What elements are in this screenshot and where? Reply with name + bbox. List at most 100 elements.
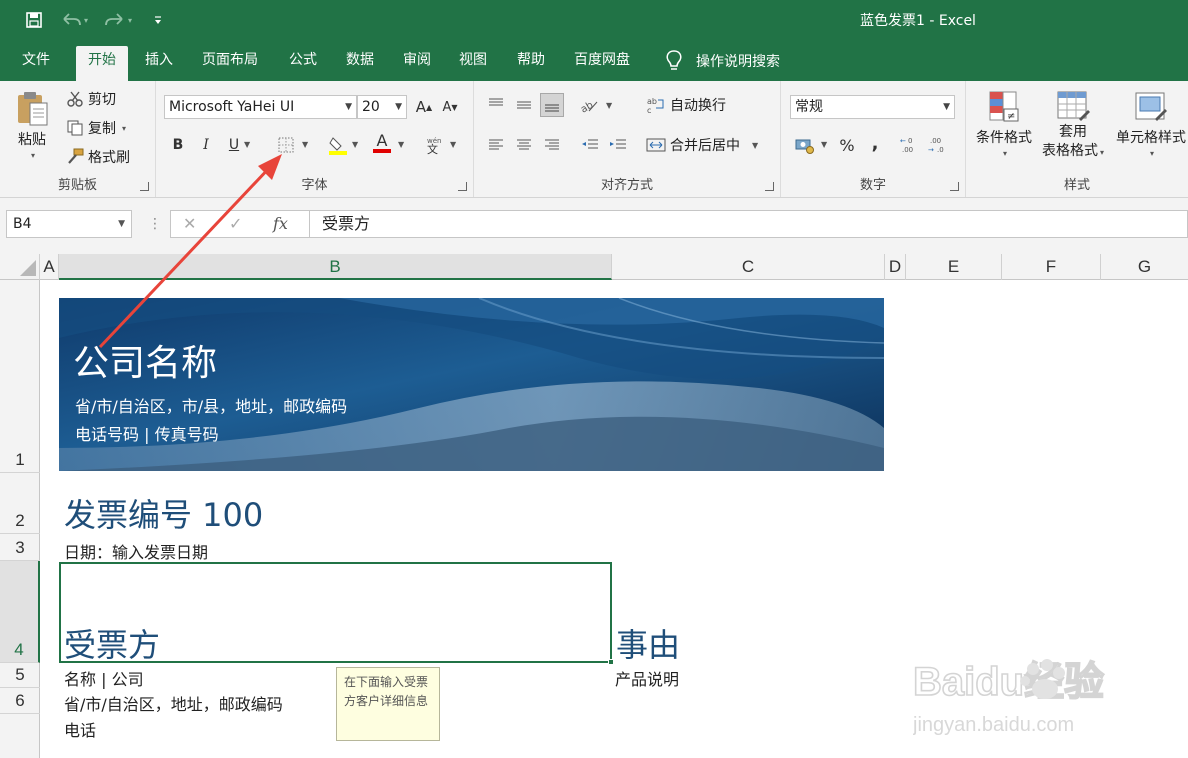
- format-as-table-button[interactable]: 套用 表格格式 ▾: [1042, 89, 1104, 162]
- lightbulb-icon: [666, 49, 682, 70]
- svg-text:←: ←: [900, 137, 906, 145]
- font-color-dropdown-icon[interactable]: ▼: [398, 140, 404, 149]
- row-header-1[interactable]: 1: [0, 280, 40, 473]
- header-banner-image: 公司名称 省/市/自治区，市/县，地址，邮政编码 电话号码 | 传真号码: [59, 298, 884, 471]
- paste-button[interactable]: 粘贴 ▾: [14, 89, 50, 160]
- borders-dropdown-icon[interactable]: ▼: [302, 140, 308, 149]
- insert-function-button[interactable]: fx: [273, 214, 288, 233]
- accounting-dropdown-icon[interactable]: ▼: [821, 140, 827, 149]
- formula-input[interactable]: 受票方: [310, 210, 1188, 238]
- column-header-a[interactable]: A: [40, 254, 59, 280]
- borders-icon[interactable]: [274, 133, 298, 157]
- font-launcher-icon[interactable]: [458, 182, 467, 191]
- alignment-launcher-icon[interactable]: [765, 182, 774, 191]
- phonetic-guide-icon[interactable]: wén 文: [422, 133, 446, 157]
- tell-me-search[interactable]: 操作说明搜索: [664, 46, 780, 75]
- bold-button[interactable]: B: [166, 133, 190, 157]
- merge-center-button[interactable]: 合并后居中 ▼: [646, 135, 758, 155]
- clipboard-launcher-icon[interactable]: [140, 182, 149, 191]
- svg-text:.00: .00: [902, 146, 913, 154]
- svg-text:≠: ≠: [1007, 111, 1015, 122]
- increase-indent-icon[interactable]: [606, 133, 630, 157]
- number-launcher-icon[interactable]: [950, 182, 959, 191]
- alignment-group: ab ▼ ab c 自动换行 合并后居中 ▼ 对齐方式: [474, 81, 781, 197]
- align-middle-icon[interactable]: [512, 93, 536, 117]
- tab-home[interactable]: 开始: [76, 46, 128, 81]
- clipboard-group: 粘贴 ▾ 剪切 复制 ▾ 格式刷 剪贴板: [0, 81, 156, 197]
- recipient-address: 省/市/自治区，地址，邮政编码: [64, 695, 283, 714]
- column-header-f[interactable]: F: [1002, 254, 1101, 280]
- italic-button[interactable]: I: [194, 133, 218, 157]
- tell-me-label: 操作说明搜索: [696, 53, 780, 70]
- tab-view[interactable]: 视图: [447, 46, 499, 81]
- row-header-2[interactable]: 2: [0, 473, 40, 534]
- tab-review[interactable]: 审阅: [391, 46, 443, 81]
- worksheet[interactable]: 公司名称 省/市/自治区，市/县，地址，邮政编码 电话号码 | 传真号码 发票编…: [41, 281, 1188, 758]
- align-top-icon[interactable]: [484, 93, 508, 117]
- invoice-number: 发票编号 100: [64, 496, 264, 534]
- cell-styles-icon: [1135, 92, 1167, 121]
- align-left-icon[interactable]: [484, 133, 508, 157]
- name-box[interactable]: B4 ▼: [6, 210, 132, 238]
- redo-icon[interactable]: ▾: [102, 8, 138, 32]
- font-size-select[interactable]: 20 ▼: [357, 95, 407, 119]
- row-header-4[interactable]: 4: [0, 561, 40, 663]
- align-center-icon[interactable]: [512, 133, 536, 157]
- tab-baidu-netdisk[interactable]: 百度网盘: [562, 46, 642, 81]
- accounting-format-icon[interactable]: [793, 133, 817, 157]
- fill-color-icon[interactable]: [326, 133, 350, 157]
- wrap-text-button[interactable]: ab c 自动换行: [646, 95, 726, 115]
- tab-page-layout[interactable]: 页面布局: [190, 46, 270, 81]
- formula-bar-grip-icon[interactable]: ⋮: [148, 216, 162, 232]
- tab-data[interactable]: 数据: [334, 46, 386, 81]
- orientation-dropdown-icon[interactable]: ▼: [606, 101, 612, 110]
- tab-insert[interactable]: 插入: [133, 46, 185, 81]
- wrap-text-icon: abc: [647, 97, 664, 114]
- row-header-5[interactable]: 5: [0, 663, 40, 688]
- scissors-icon: [67, 91, 83, 107]
- increase-font-size-icon[interactable]: A ▲: [412, 95, 436, 119]
- column-headers: A B C D E F G: [0, 254, 1188, 280]
- decrease-decimal-icon[interactable]: .00 → .0: [927, 133, 951, 157]
- column-header-d[interactable]: D: [885, 254, 906, 280]
- column-header-c[interactable]: C: [612, 254, 885, 280]
- cancel-icon[interactable]: ✕: [183, 214, 196, 233]
- underline-dropdown-icon[interactable]: ▼: [244, 140, 250, 149]
- column-header-g[interactable]: G: [1101, 254, 1188, 280]
- decrease-font-size-icon[interactable]: A ▼: [438, 95, 462, 119]
- tab-formulas[interactable]: 公式: [277, 46, 329, 81]
- copy-button[interactable]: 复制 ▾: [66, 118, 126, 138]
- fill-color-dropdown-icon[interactable]: ▼: [352, 140, 358, 149]
- percent-button[interactable]: %: [835, 133, 859, 157]
- underline-button[interactable]: U: [222, 133, 246, 157]
- phonetic-dropdown-icon[interactable]: ▼: [450, 140, 456, 149]
- tab-help[interactable]: 帮助: [505, 46, 557, 81]
- font-name-select[interactable]: Microsoft YaHei UI ▼: [164, 95, 357, 119]
- undo-icon[interactable]: ▾: [58, 8, 94, 32]
- tab-file[interactable]: 文件: [10, 46, 62, 81]
- increase-decimal-icon[interactable]: ← 0.00: [899, 133, 923, 157]
- save-icon[interactable]: [22, 8, 46, 32]
- font-color-icon[interactable]: A: [370, 131, 394, 155]
- row-header-3[interactable]: 3: [0, 534, 40, 561]
- svg-text:.00: .00: [930, 137, 941, 145]
- customize-toolbar-icon[interactable]: [146, 8, 170, 32]
- align-bottom-icon[interactable]: [540, 93, 564, 117]
- conditional-formatting-button[interactable]: ≠ 条件格式 ▾: [976, 89, 1032, 158]
- align-right-icon[interactable]: [540, 133, 564, 157]
- number-format-select[interactable]: 常规 ▼: [790, 95, 955, 119]
- row-header-6[interactable]: 6: [0, 688, 40, 714]
- svg-text:文: 文: [427, 142, 438, 155]
- cut-button[interactable]: 剪切: [66, 89, 116, 109]
- column-header-e[interactable]: E: [906, 254, 1002, 280]
- column-header-b[interactable]: B: [59, 254, 612, 280]
- decrease-indent-icon[interactable]: [578, 133, 602, 157]
- format-painter-button[interactable]: 格式刷: [66, 147, 130, 167]
- enter-icon[interactable]: ✓: [229, 214, 242, 233]
- orientation-icon[interactable]: ab: [578, 93, 602, 117]
- window-title: 蓝色发票1 - Excel: [860, 13, 976, 29]
- select-all-corner[interactable]: [0, 254, 40, 280]
- comma-button[interactable]: ,: [863, 131, 887, 155]
- fill-handle[interactable]: [608, 659, 614, 665]
- cell-styles-button[interactable]: 单元格样式 ▾: [1116, 89, 1186, 158]
